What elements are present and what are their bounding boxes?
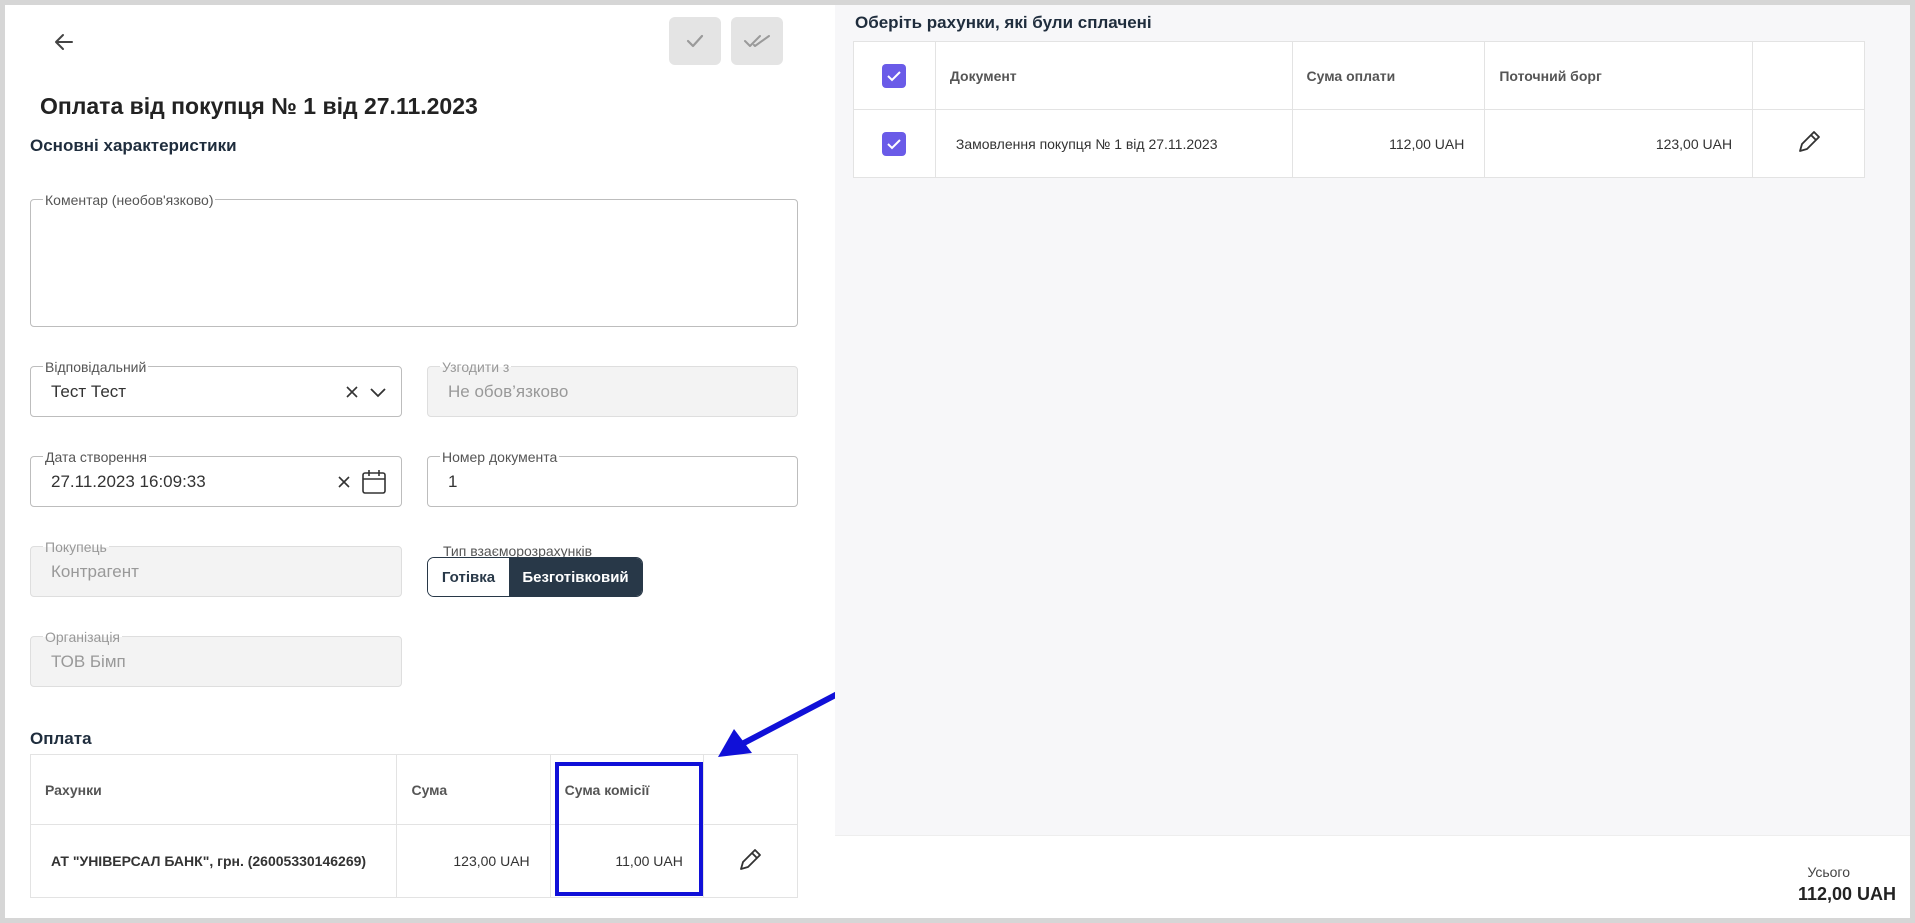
invoices-title: Оберіть рахунки, які були сплачені (855, 13, 1152, 32)
clear-icon[interactable] (345, 385, 359, 399)
payment-account: АТ "УНІВЕРСАЛ БАНК", грн. (2600533014626… (30, 824, 398, 898)
doc-number-label: Номер документа (440, 449, 560, 465)
total-value: 112,00 UAH (1797, 884, 1896, 904)
organization-field: Організація ТОВ Бімп (30, 629, 402, 687)
invoices-panel: Оберіть рахунки, які були сплачені Докум… (835, 5, 1910, 918)
chevron-down-icon[interactable] (369, 386, 387, 398)
approve-with-placeholder: Не обов’язково (448, 381, 569, 401)
col-document: Документ (935, 41, 1293, 110)
col-accounts: Рахунки (30, 754, 398, 826)
pencil-icon[interactable] (1796, 129, 1822, 155)
doc-number-value: 1 (448, 471, 458, 491)
section-main-heading: Основні характеристики (30, 136, 237, 155)
invoice-debt: 123,00 UAH (1484, 109, 1754, 178)
organization-value: ТОВ Бімп (51, 651, 126, 671)
save-button[interactable] (669, 17, 721, 65)
responsible-select[interactable]: Відповідальний Тест Тест (30, 359, 402, 417)
settlement-type-toggle: Готівка Безготівковий (427, 557, 643, 597)
pencil-icon[interactable] (737, 847, 763, 873)
row-checkbox[interactable] (882, 131, 907, 156)
totals-footer: Усього 112,00 UAH (835, 835, 1910, 918)
form-panel: Оплата від покупця № 1 від 27.11.2023 Ос… (5, 5, 848, 918)
invoice-document: Замовлення покупця № 1 від 27.11.2023 (935, 109, 1293, 178)
created-date-field[interactable]: Дата створення 27.11.2023 16:09:33 (30, 449, 402, 507)
arrow-left-icon (55, 34, 73, 50)
col-actions (703, 754, 798, 826)
invoices-table: Документ Сума оплати Поточний борг Замов… (853, 41, 1865, 178)
annotation-highlight-box (555, 762, 703, 896)
page-title: Оплата від покупця № 1 від 27.11.2023 (40, 93, 478, 119)
edit-invoice-cell (1753, 110, 1865, 178)
total-label: Усього (1807, 864, 1850, 880)
responsible-value: Тест Тест (51, 381, 127, 401)
check-icon (686, 34, 704, 48)
select-all-checkbox[interactable] (882, 63, 907, 88)
comment-label: Коментар (необов'язково) (43, 192, 216, 208)
select-all-cell (853, 41, 936, 110)
calendar-icon[interactable] (361, 469, 387, 495)
back-button[interactable] (49, 27, 79, 57)
col-debt: Поточний борг (1484, 41, 1754, 110)
double-check-icon (744, 35, 770, 47)
approve-with-field: Узгодити з Не обов’язково (427, 359, 798, 417)
edit-payment-cell (703, 825, 797, 898)
payment-amount: 123,00 UAH (396, 824, 551, 898)
col-actions (1752, 41, 1865, 110)
col-paid: Сума оплати (1292, 41, 1486, 110)
created-date-value: 27.11.2023 16:09:33 (51, 471, 206, 491)
buyer-value: Контрагент (51, 561, 139, 581)
created-date-label: Дата створення (43, 449, 149, 465)
save-and-close-button[interactable] (731, 17, 783, 65)
clear-icon[interactable] (337, 475, 351, 489)
app-frame: Оплата від покупця № 1 від 27.11.2023 Ос… (5, 5, 1910, 918)
row-select-cell (853, 109, 936, 178)
buyer-field: Покупець Контрагент (30, 539, 402, 597)
approve-with-label: Узгодити з (440, 359, 512, 375)
settlement-cash-option[interactable]: Готівка (428, 558, 509, 596)
check-icon (887, 138, 902, 149)
responsible-label: Відповідальний (43, 359, 149, 375)
payment-heading: Оплата (30, 729, 92, 748)
invoice-paid: 112,00 UAH (1292, 109, 1486, 178)
organization-label: Організація (43, 629, 123, 645)
settlement-cashless-option[interactable]: Безготівковий (509, 558, 642, 596)
table-row: Замовлення покупця № 1 від 27.11.2023 11… (853, 109, 1865, 178)
buyer-label: Покупець (43, 539, 109, 555)
col-amount: Сума (396, 754, 551, 826)
doc-number-field[interactable]: Номер документа 1 (427, 449, 798, 507)
check-icon (887, 70, 902, 81)
comment-field[interactable]: Коментар (необов'язково) (30, 192, 798, 327)
